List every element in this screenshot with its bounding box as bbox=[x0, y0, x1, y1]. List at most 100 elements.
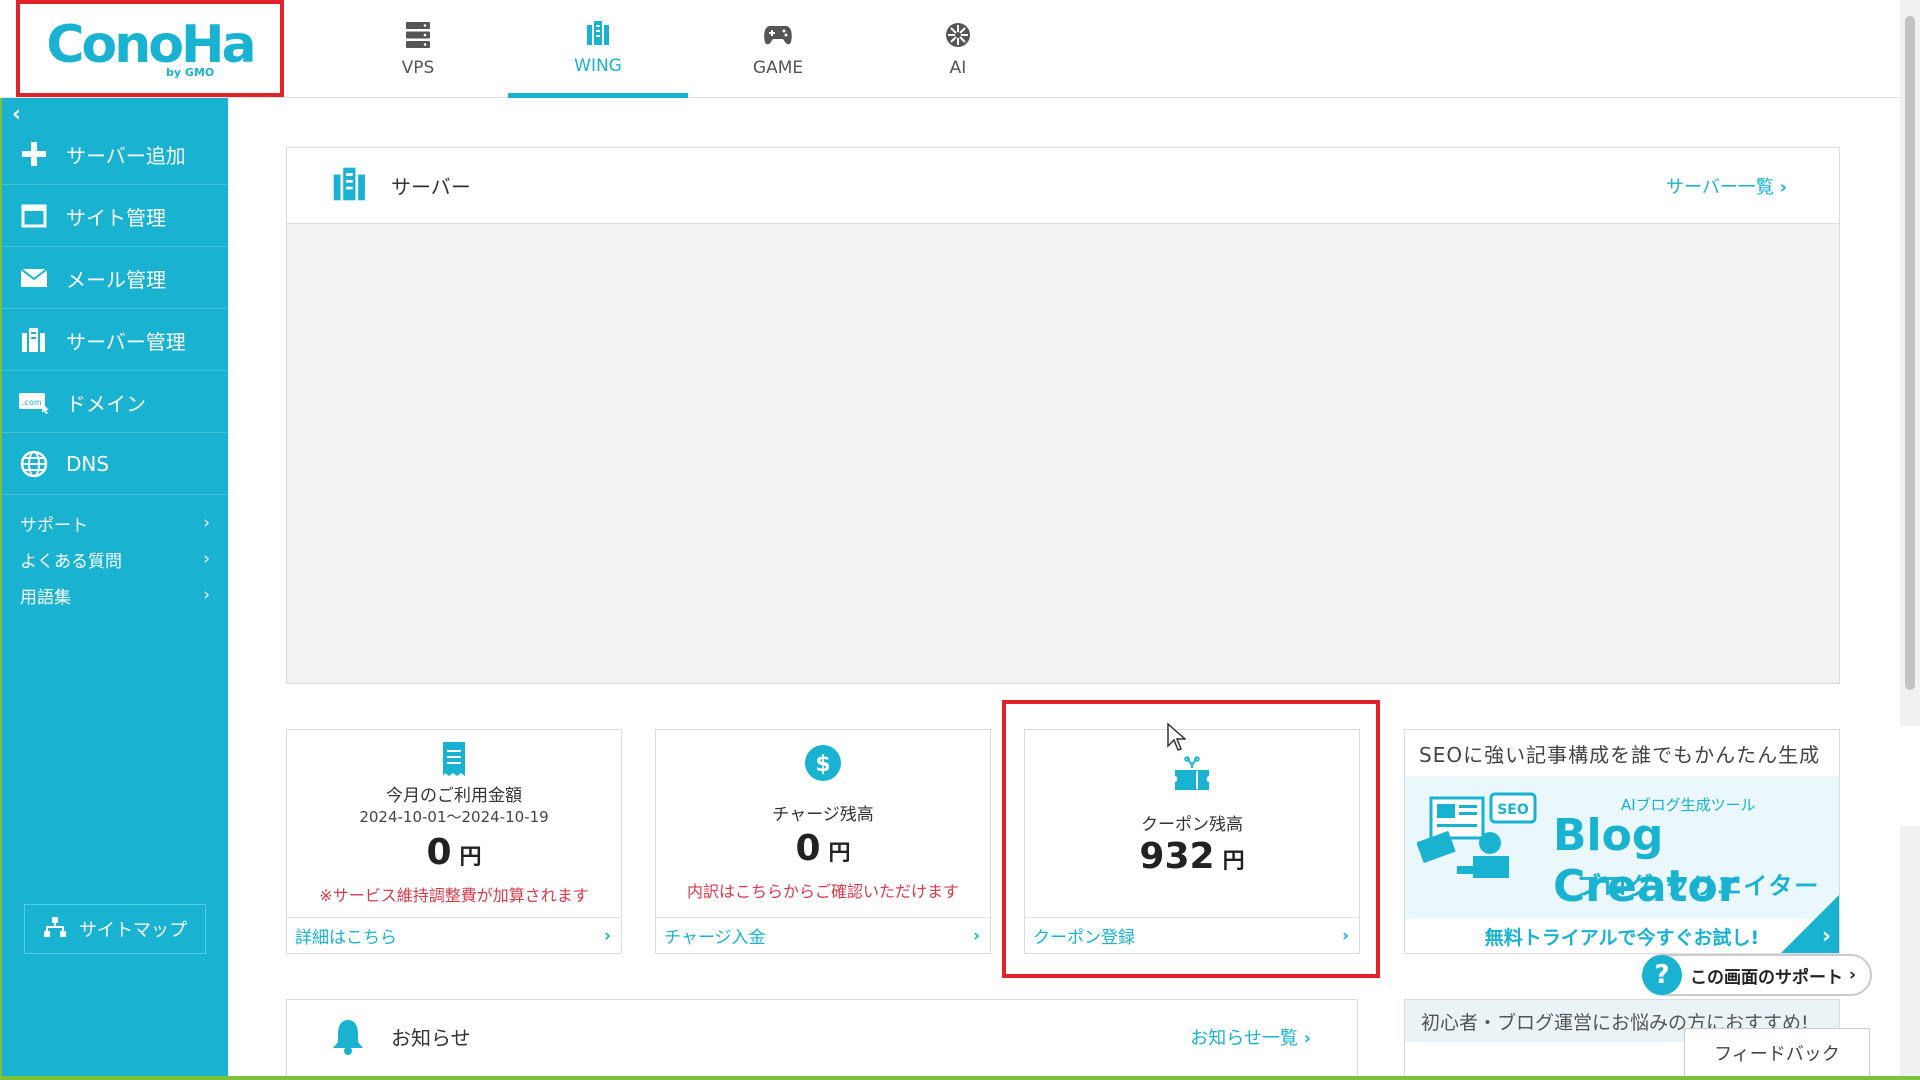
sidebar-link-label: よくある質問 bbox=[20, 551, 122, 572]
card-amount-row: 0円 bbox=[287, 832, 621, 873]
server-icon bbox=[18, 324, 50, 356]
plus-icon bbox=[18, 138, 50, 170]
sitemap-icon bbox=[43, 916, 67, 943]
chevron-right-icon: › bbox=[203, 549, 210, 569]
feedback-button[interactable]: フィードバック bbox=[1684, 1028, 1870, 1078]
window-edge-bottom bbox=[0, 1076, 1920, 1080]
card-footer-label: 詳細はこちら bbox=[295, 928, 397, 948]
scrollbar-gap bbox=[1900, 726, 1920, 826]
server-list-link[interactable]: サーバー一覧 › bbox=[1666, 173, 1787, 199]
sidebar-item-label: DNS bbox=[66, 452, 110, 476]
news-list-link[interactable]: お知らせ一覧 › bbox=[1190, 1024, 1311, 1050]
server-icon bbox=[331, 165, 369, 207]
gamepad-icon bbox=[763, 20, 793, 50]
chevron-right-icon: › bbox=[1779, 176, 1787, 198]
tab-game[interactable]: GAME bbox=[688, 0, 868, 98]
server-stack-icon bbox=[403, 20, 433, 50]
monthly-usage-card: 今月のご利用金額 2024-10-01〜2024-10-19 0円 ※サービス維… bbox=[286, 729, 622, 954]
help-icon: ? bbox=[1642, 955, 1682, 995]
server-list-link-label: サーバー一覧 bbox=[1666, 176, 1774, 198]
sidebar: ‹ サーバー追加 サイト管理 メール管理 サーバー管理 .com ドメイン DN… bbox=[2, 98, 228, 1076]
tab-vps-label: VPS bbox=[401, 58, 435, 78]
chevron-right-icon: › bbox=[1303, 1028, 1311, 1049]
ai-icon bbox=[943, 20, 973, 50]
tab-game-label: GAME bbox=[752, 58, 804, 78]
server-panel-title: サーバー bbox=[391, 175, 471, 199]
svg-text:$: $ bbox=[815, 752, 830, 777]
logo-highlight-box[interactable]: ConoHa by GMO bbox=[16, 0, 284, 97]
news-panel: お知らせ お知らせ一覧 › bbox=[286, 999, 1358, 1079]
chevron-right-icon: › bbox=[203, 585, 210, 605]
wing-server-icon bbox=[583, 18, 613, 48]
card-amount: 0 bbox=[795, 828, 821, 869]
sidebar-item-add-server[interactable]: サーバー追加 bbox=[2, 124, 228, 185]
tab-wing[interactable]: WING bbox=[508, 0, 688, 98]
dollar-icon: $ bbox=[656, 744, 990, 786]
conoha-logo: ConoHa bbox=[46, 14, 256, 75]
card-period: 2024-10-01〜2024-10-19 bbox=[359, 808, 549, 826]
card-unit: 円 bbox=[459, 845, 482, 870]
seo-badge: SEO bbox=[1497, 802, 1529, 818]
invoice-icon bbox=[287, 740, 621, 782]
coupon-highlight-box bbox=[1002, 700, 1380, 978]
sidebar-item-label: ドメイン bbox=[66, 391, 146, 416]
sidebar-item-label: サイト管理 bbox=[66, 205, 166, 230]
tab-vps[interactable]: VPS bbox=[328, 0, 508, 98]
globe-icon bbox=[18, 448, 50, 480]
chevron-right-icon: › bbox=[1821, 924, 1831, 949]
tab-ai[interactable]: AI bbox=[868, 0, 1048, 98]
sidebar-item-domain[interactable]: .com ドメイン bbox=[2, 372, 228, 433]
chevron-right-icon: › bbox=[1849, 965, 1857, 985]
sitemap-label: サイトマップ bbox=[79, 920, 187, 941]
sidebar-item-server-management[interactable]: サーバー管理 bbox=[2, 310, 228, 371]
chevron-right-icon: › bbox=[603, 925, 611, 946]
blog-creator-banner[interactable]: SEOに強い記事構成を誰でもかんたん生成 SEO AIブログ生成ツール Blog… bbox=[1404, 729, 1840, 954]
card-footer-link[interactable]: チャージ入金 › bbox=[656, 917, 990, 953]
server-panel: サーバー サーバー一覧 › bbox=[286, 147, 1840, 684]
sitemap-button[interactable]: サイトマップ bbox=[24, 904, 206, 954]
card-note: 内訳はこちらからご確認いただけます bbox=[686, 882, 959, 901]
sidebar-item-label: メール管理 bbox=[66, 267, 166, 292]
card-footer-link[interactable]: 詳細はこちら › bbox=[287, 917, 621, 953]
tab-ai-label: AI bbox=[949, 58, 967, 78]
top-nav: ConoHa by GMO VPS WING GAME AI bbox=[0, 0, 1900, 98]
screen-support-button[interactable]: ? この画面のサポート › bbox=[1642, 954, 1872, 996]
news-list-link-label: お知らせ一覧 bbox=[1190, 1028, 1298, 1049]
page-scrollbar[interactable] bbox=[1900, 0, 1920, 1080]
charge-balance-card: $ チャージ残高 0円 内訳はこちらからご確認いただけます チャージ入金 › bbox=[655, 729, 991, 954]
card-title: チャージ残高 bbox=[772, 805, 874, 825]
chevron-right-icon: › bbox=[203, 513, 210, 533]
card-amount: 0 bbox=[426, 832, 452, 873]
svg-text:.com: .com bbox=[22, 398, 42, 407]
card-footer-label: チャージ入金 bbox=[664, 928, 766, 948]
logo-sub: by GMO bbox=[166, 66, 215, 79]
sidebar-item-mail-management[interactable]: メール管理 bbox=[2, 248, 228, 309]
mouse-cursor-icon bbox=[1166, 722, 1187, 756]
card-unit: 円 bbox=[828, 841, 851, 866]
sidebar-item-label: サーバー管理 bbox=[66, 329, 186, 354]
domain-icon: .com bbox=[18, 386, 50, 418]
bell-icon bbox=[331, 1018, 365, 1060]
news-title: お知らせ bbox=[391, 1026, 471, 1050]
banner-headline: SEOに強い記事構成を誰でもかんたん生成 bbox=[1405, 730, 1839, 776]
card-title: 今月のご利用金額 bbox=[386, 786, 522, 806]
chevron-right-icon: › bbox=[972, 925, 980, 946]
card-amount-row: 0円 bbox=[656, 828, 990, 869]
sidebar-link-faq[interactable]: よくある質問 › bbox=[20, 544, 210, 574]
banner-cta: 無料トライアルで今すぐお試し! bbox=[1405, 919, 1839, 953]
blog-illustration-icon: SEO bbox=[1416, 792, 1541, 888]
mail-icon bbox=[18, 262, 50, 294]
support-label: この画面のサポート bbox=[1690, 967, 1843, 988]
scrollbar-thumb[interactable] bbox=[1905, 16, 1915, 690]
sidebar-link-label: サポート bbox=[20, 515, 88, 536]
window-icon bbox=[18, 200, 50, 232]
server-panel-header: サーバー サーバー一覧 › bbox=[287, 148, 1839, 224]
tab-wing-label: WING bbox=[574, 55, 622, 76]
sidebar-link-glossary[interactable]: 用語集 › bbox=[20, 580, 210, 610]
sidebar-item-dns[interactable]: DNS bbox=[2, 434, 228, 495]
sidebar-link-support[interactable]: サポート › bbox=[20, 508, 210, 538]
sidebar-link-label: 用語集 bbox=[20, 587, 71, 608]
card-note: ※サービス維持調整費が加算されます bbox=[319, 886, 589, 905]
sidebar-item-site-management[interactable]: サイト管理 bbox=[2, 186, 228, 247]
sidebar-item-label: サーバー追加 bbox=[66, 143, 186, 168]
